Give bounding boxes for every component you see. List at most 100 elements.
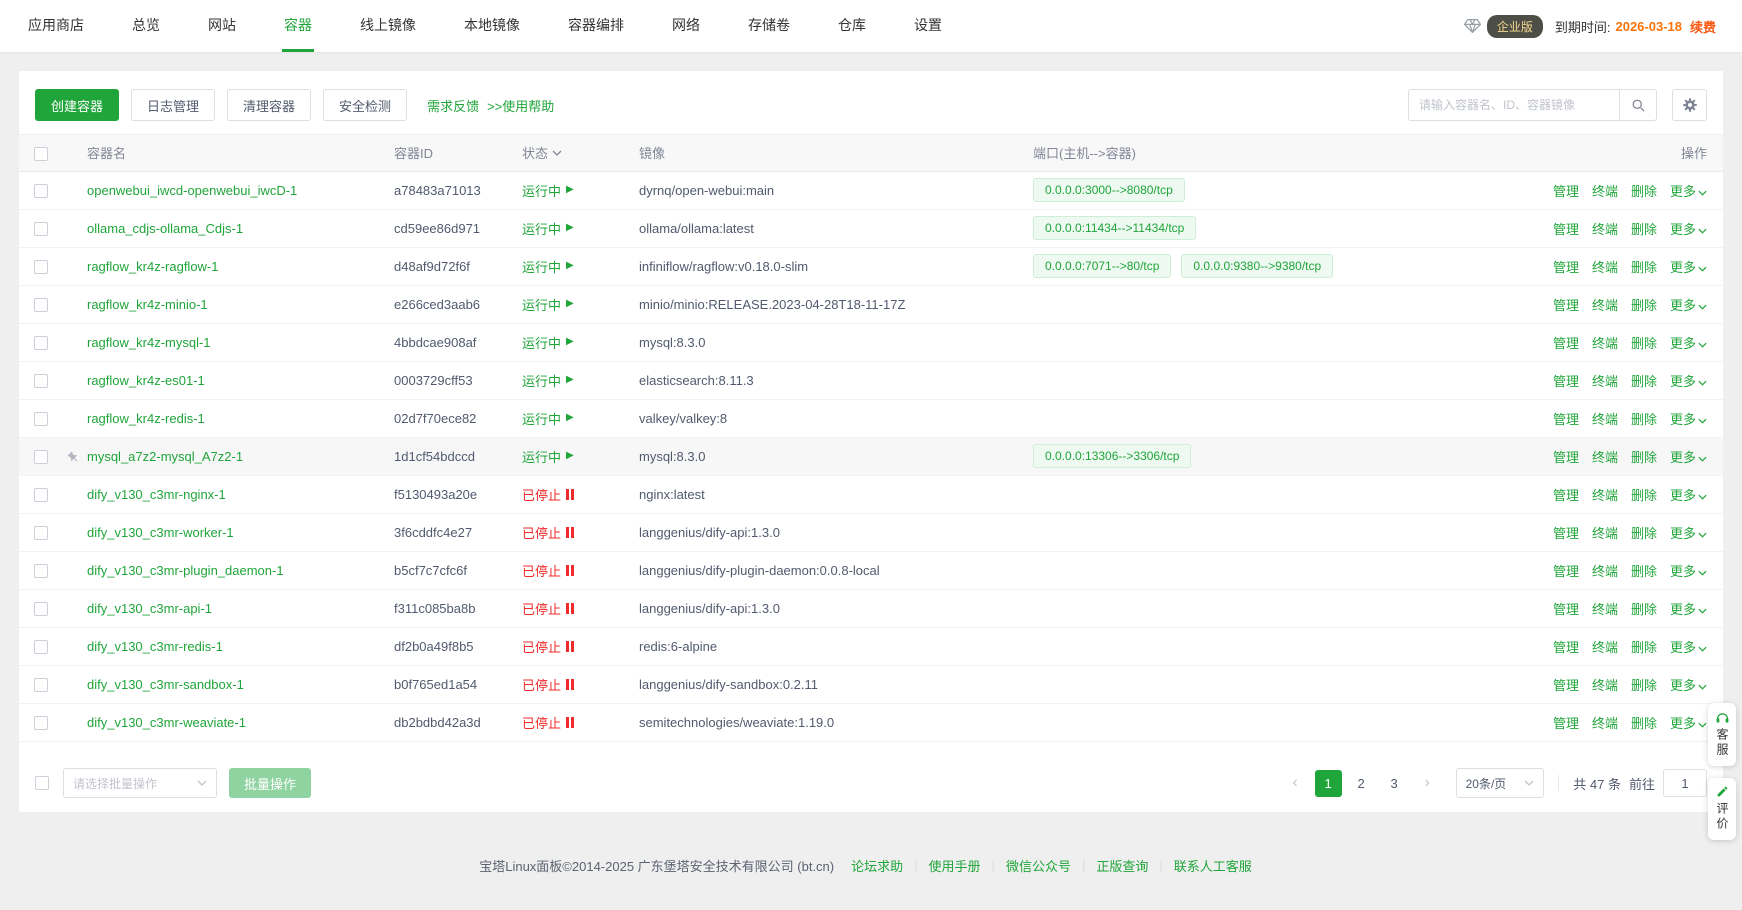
nav-item[interactable]: 存储卷 <box>746 0 792 52</box>
review-button[interactable]: 评价 <box>1708 778 1736 840</box>
more-action[interactable]: 更多 <box>1670 678 1707 693</box>
feedback-link[interactable]: 需求反馈 <box>427 96 479 115</box>
row-checkbox[interactable] <box>34 640 48 654</box>
nav-item[interactable]: 线上镜像 <box>358 0 418 52</box>
row-checkbox[interactable] <box>34 526 48 540</box>
delete-action[interactable]: 删除 <box>1631 222 1657 237</box>
footer-link[interactable]: 论坛求助 <box>851 856 903 875</box>
delete-action[interactable]: 删除 <box>1631 260 1657 275</box>
delete-action[interactable]: 删除 <box>1631 754 1657 755</box>
customer-service-button[interactable]: 客服 <box>1708 703 1736 766</box>
footer-link[interactable]: 使用手册 <box>929 856 981 875</box>
page-button-2[interactable]: 2 <box>1348 770 1375 797</box>
row-checkbox[interactable] <box>34 716 48 730</box>
delete-action[interactable]: 删除 <box>1631 602 1657 617</box>
page-button-1[interactable]: 1 <box>1315 770 1342 797</box>
more-action[interactable]: 更多 <box>1670 754 1707 755</box>
clean-containers-button[interactable]: 清理容器 <box>227 89 311 121</box>
row-checkbox[interactable] <box>34 336 48 350</box>
more-action[interactable]: 更多 <box>1670 260 1707 275</box>
create-container-button[interactable]: 创建容器 <box>35 89 119 121</box>
delete-action[interactable]: 删除 <box>1631 298 1657 313</box>
container-name-link[interactable]: ragflow_kr4z-minio-1 <box>87 297 208 312</box>
status-filter[interactable]: 状态 <box>522 146 562 161</box>
terminal-action[interactable]: 终端 <box>1592 222 1618 237</box>
manage-action[interactable]: 管理 <box>1553 298 1579 313</box>
terminal-action[interactable]: 终端 <box>1592 450 1618 465</box>
more-action[interactable]: 更多 <box>1670 222 1707 237</box>
delete-action[interactable]: 删除 <box>1631 412 1657 427</box>
container-name-link[interactable]: dify_v130_c3mr-plugin_daemon-1 <box>87 563 284 578</box>
delete-action[interactable]: 删除 <box>1631 488 1657 503</box>
footer-link[interactable]: 正版查询 <box>1096 856 1148 875</box>
container-name-link[interactable]: dify_v130_c3mr-weaviate-1 <box>87 715 246 730</box>
row-checkbox[interactable] <box>34 564 48 578</box>
manage-action[interactable]: 管理 <box>1553 374 1579 389</box>
container-name-link[interactable]: dify_v130_c3mr-web-1 <box>87 753 219 755</box>
row-checkbox[interactable] <box>34 374 48 388</box>
container-name-link[interactable]: dify_v130_c3mr-api-1 <box>87 601 212 616</box>
terminal-action[interactable]: 终端 <box>1592 336 1618 351</box>
container-name-link[interactable]: ollama_cdjs-ollama_Cdjs-1 <box>87 221 243 236</box>
row-checkbox[interactable] <box>34 412 48 426</box>
container-name-link[interactable]: dify_v130_c3mr-redis-1 <box>87 639 223 654</box>
nav-item[interactable]: 本地镜像 <box>462 0 522 52</box>
manage-action[interactable]: 管理 <box>1553 336 1579 351</box>
batch-select-all-checkbox[interactable] <box>35 776 49 790</box>
delete-action[interactable]: 删除 <box>1631 526 1657 541</box>
nav-item[interactable]: 应用商店 <box>26 0 86 52</box>
manage-action[interactable]: 管理 <box>1553 526 1579 541</box>
more-action[interactable]: 更多 <box>1670 716 1707 731</box>
manage-action[interactable]: 管理 <box>1553 222 1579 237</box>
terminal-action[interactable]: 终端 <box>1592 298 1618 313</box>
terminal-action[interactable]: 终端 <box>1592 564 1618 579</box>
footer-link[interactable]: 微信公众号 <box>1006 856 1071 875</box>
search-input[interactable] <box>1408 89 1620 121</box>
container-name-link[interactable]: ragflow_kr4z-redis-1 <box>87 411 205 426</box>
manage-action[interactable]: 管理 <box>1553 564 1579 579</box>
more-action[interactable]: 更多 <box>1670 526 1707 541</box>
terminal-action[interactable]: 终端 <box>1592 716 1618 731</box>
nav-item[interactable]: 总览 <box>130 0 162 52</box>
terminal-action[interactable]: 终端 <box>1592 754 1618 755</box>
manage-action[interactable]: 管理 <box>1553 488 1579 503</box>
log-management-button[interactable]: 日志管理 <box>131 89 215 121</box>
container-name-link[interactable]: dify_v130_c3mr-worker-1 <box>87 525 234 540</box>
row-checkbox[interactable] <box>34 488 48 502</box>
more-action[interactable]: 更多 <box>1670 336 1707 351</box>
manage-action[interactable]: 管理 <box>1553 640 1579 655</box>
manage-action[interactable]: 管理 <box>1553 716 1579 731</box>
container-name-link[interactable]: ragflow_kr4z-mysql-1 <box>87 335 211 350</box>
manage-action[interactable]: 管理 <box>1553 678 1579 693</box>
container-name-link[interactable]: mysql_a7z2-mysql_A7z2-1 <box>87 449 243 464</box>
more-action[interactable]: 更多 <box>1670 640 1707 655</box>
batch-operation-select[interactable]: 请选择批量操作 <box>63 768 217 798</box>
terminal-action[interactable]: 终端 <box>1592 488 1618 503</box>
terminal-action[interactable]: 终端 <box>1592 526 1618 541</box>
select-all-checkbox[interactable] <box>34 147 48 161</box>
prev-page-button[interactable]: ‹ <box>1282 770 1309 797</box>
row-checkbox[interactable] <box>34 602 48 616</box>
nav-item[interactable]: 容器 <box>282 0 314 52</box>
delete-action[interactable]: 删除 <box>1631 716 1657 731</box>
terminal-action[interactable]: 终端 <box>1592 640 1618 655</box>
page-size-select[interactable]: 20条/页 <box>1456 768 1545 798</box>
delete-action[interactable]: 删除 <box>1631 564 1657 579</box>
manage-action[interactable]: 管理 <box>1553 602 1579 617</box>
search-button[interactable] <box>1619 89 1657 121</box>
row-checkbox[interactable] <box>34 450 48 464</box>
manage-action[interactable]: 管理 <box>1553 260 1579 275</box>
page-button-3[interactable]: 3 <box>1381 770 1408 797</box>
container-name-link[interactable]: dify_v130_c3mr-nginx-1 <box>87 487 226 502</box>
container-name-link[interactable]: ragflow_kr4z-ragflow-1 <box>87 259 219 274</box>
terminal-action[interactable]: 终端 <box>1592 374 1618 389</box>
nav-item[interactable]: 网络 <box>670 0 702 52</box>
terminal-action[interactable]: 终端 <box>1592 602 1618 617</box>
more-action[interactable]: 更多 <box>1670 488 1707 503</box>
manage-action[interactable]: 管理 <box>1553 754 1579 755</box>
delete-action[interactable]: 删除 <box>1631 336 1657 351</box>
more-action[interactable]: 更多 <box>1670 602 1707 617</box>
more-action[interactable]: 更多 <box>1670 564 1707 579</box>
nav-item[interactable]: 网站 <box>206 0 238 52</box>
delete-action[interactable]: 删除 <box>1631 640 1657 655</box>
